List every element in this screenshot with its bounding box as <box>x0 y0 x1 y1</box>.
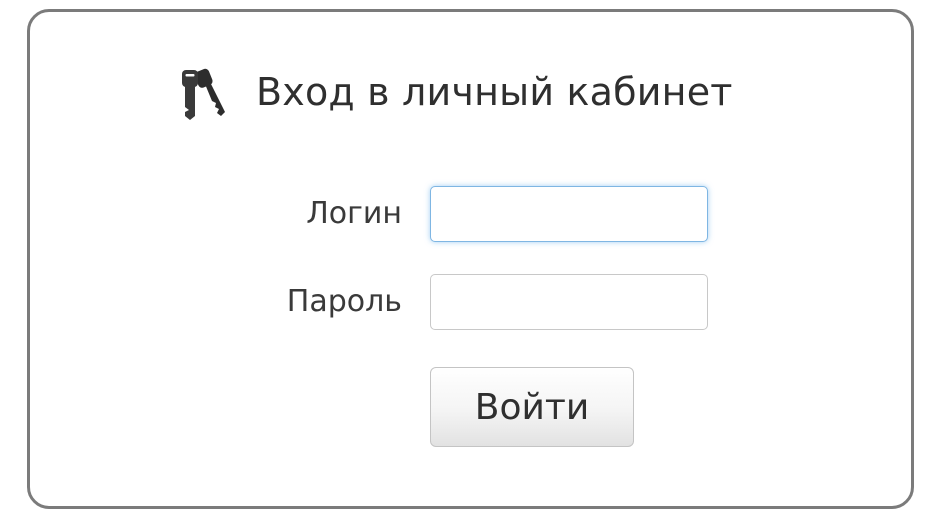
login-panel: Вход в личный кабинет Логин Пароль Войти <box>27 9 914 509</box>
login-input[interactable] <box>430 186 708 242</box>
login-row: Логин <box>30 186 911 242</box>
login-label: Логин <box>306 196 402 231</box>
login-header: Вход в личный кабинет <box>178 64 733 120</box>
keys-icon <box>182 68 225 120</box>
password-row: Пароль <box>30 274 911 330</box>
password-input[interactable] <box>430 274 708 330</box>
password-label: Пароль <box>286 284 402 319</box>
page-title: Вход в личный кабинет <box>256 70 733 114</box>
login-button[interactable]: Войти <box>430 367 634 447</box>
